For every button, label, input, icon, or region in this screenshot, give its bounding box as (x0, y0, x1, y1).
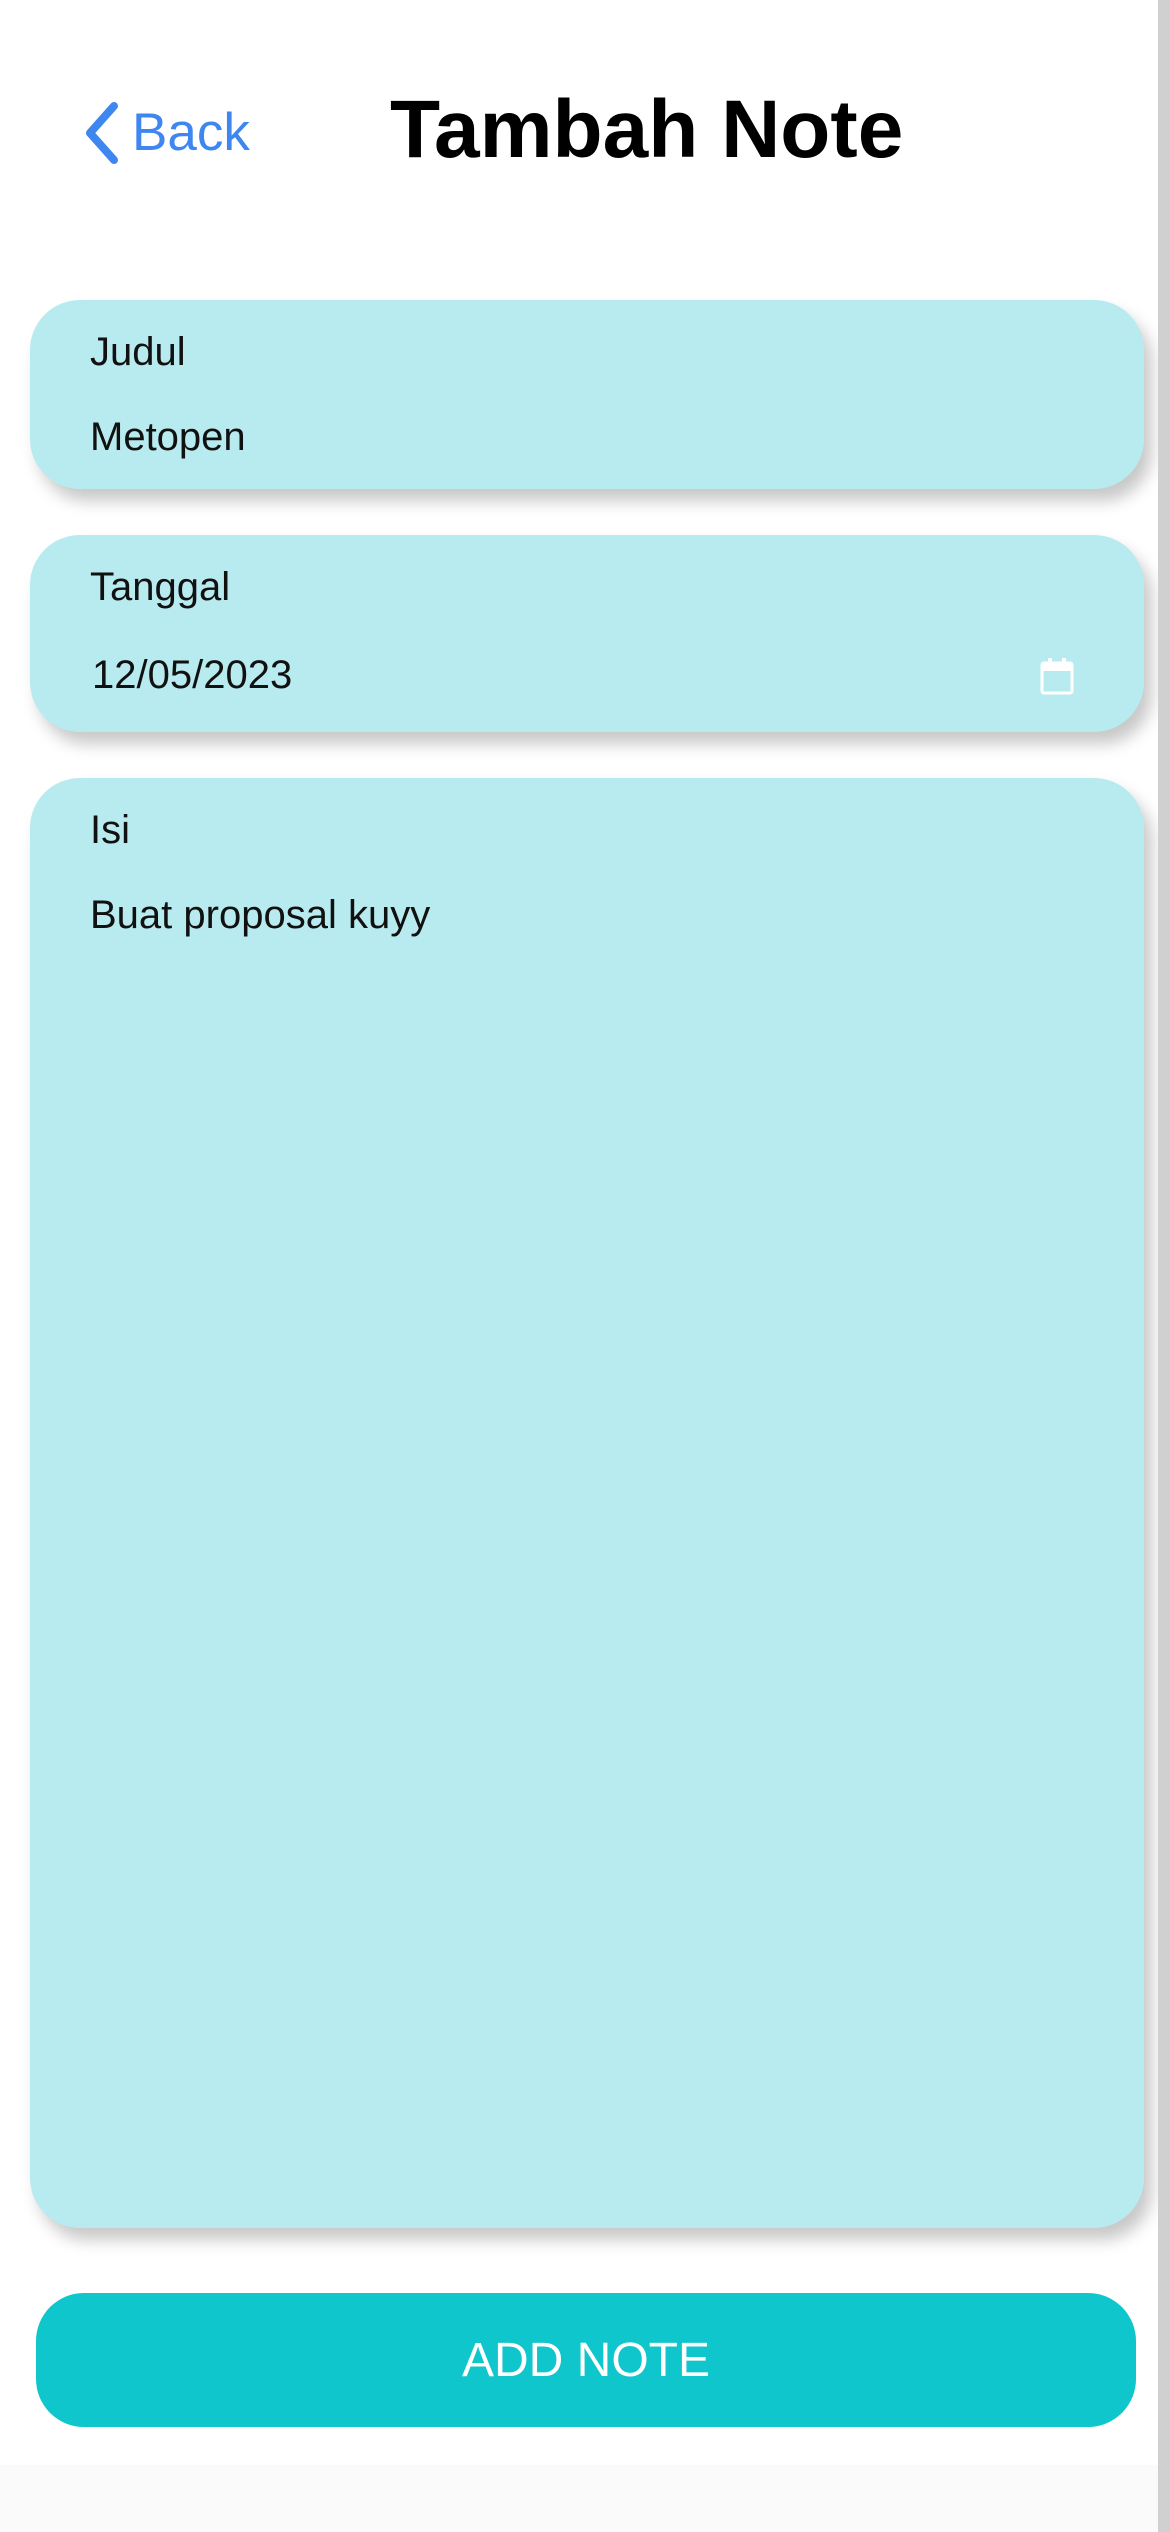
isi-field[interactable]: Isi Buat proposal kuyy (30, 778, 1144, 2228)
isi-textarea[interactable]: Buat proposal kuyy (90, 893, 430, 938)
back-button[interactable]: Back (80, 95, 250, 170)
judul-field[interactable]: Judul Metopen (30, 300, 1144, 489)
tanggal-field[interactable]: Tanggal 12/05/2023 (30, 535, 1144, 732)
page-title: Tambah Note (390, 84, 904, 175)
back-label: Back (132, 103, 250, 162)
tanggal-input[interactable]: 12/05/2023 (92, 653, 292, 698)
add-note-screen: Back Tambah Note Judul Metopen Tanggal 1… (0, 0, 1170, 2532)
add-note-button[interactable]: ADD NOTE (36, 2293, 1136, 2427)
scrollbar[interactable] (1158, 0, 1170, 2532)
header: Back Tambah Note (0, 0, 1158, 270)
tanggal-label: Tanggal (90, 565, 231, 609)
chevron-left-icon (86, 101, 118, 164)
isi-label: Isi (90, 808, 130, 852)
judul-label: Judul (90, 330, 186, 374)
judul-input[interactable]: Metopen (90, 415, 246, 460)
bottom-area (0, 2465, 1158, 2532)
calendar-icon[interactable] (1040, 657, 1074, 695)
